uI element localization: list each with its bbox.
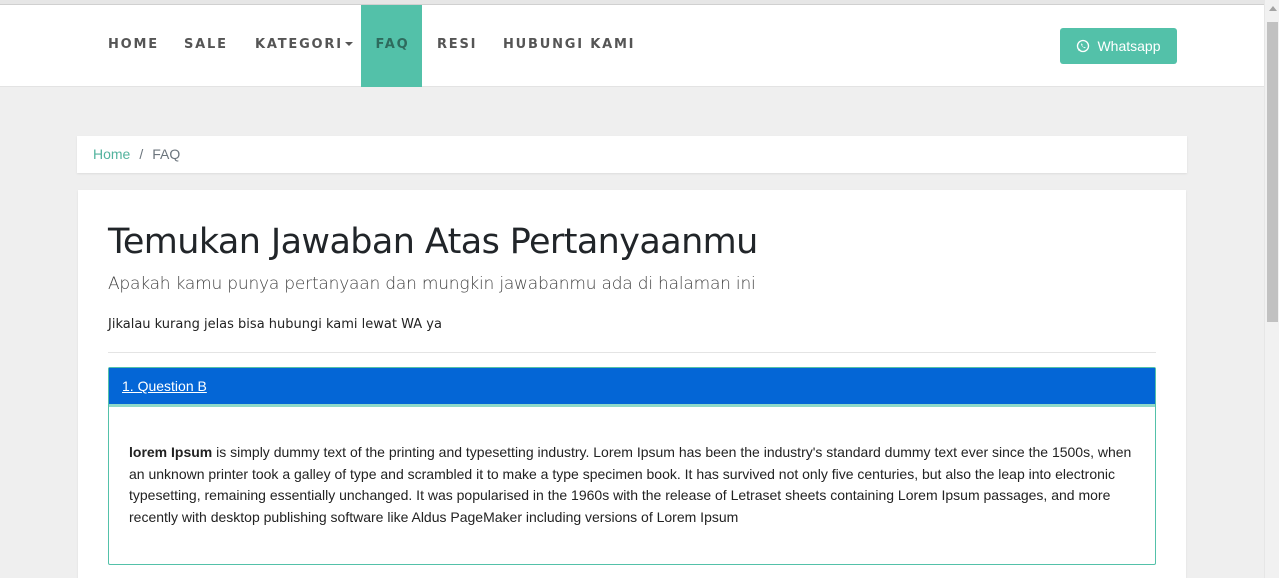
nav-kategori-label: KATEGORI (255, 37, 343, 52)
caret-down-icon (344, 42, 353, 46)
page-subtitle: Apakah kamu punya pertanyaan dan mungkin… (108, 274, 756, 294)
scrollbar[interactable] (1264, 0, 1279, 578)
nav-hubungi-kami[interactable]: HUBUNGI KAMI (503, 5, 635, 87)
faq-card: Temukan Jawaban Atas Pertanyaanmu Apakah… (78, 190, 1186, 578)
navbar: HOME SALE KATEGORI FAQ RESI HUBUNGI KAMI… (0, 5, 1264, 87)
breadcrumb-home-link[interactable]: Home (93, 146, 130, 162)
nav-faq[interactable]: FAQ (361, 5, 422, 87)
scrollbar-thumb[interactable] (1267, 22, 1278, 322)
faq-question-toggle[interactable]: 1. Question B (109, 368, 1155, 407)
breadcrumb-current: FAQ (152, 146, 181, 162)
whatsapp-label: Whatsapp (1097, 38, 1161, 54)
nav-kategori[interactable]: KATEGORI (255, 5, 353, 87)
contact-note: Jikalau kurang jelas bisa hubungi kami l… (108, 317, 442, 332)
faq-answer-bold: lorem Ipsum (129, 444, 213, 460)
whatsapp-icon (1077, 39, 1090, 53)
breadcrumb-separator: / (139, 146, 144, 162)
faq-item: 1. Question B lorem Ipsum is simply dumm… (108, 367, 1156, 565)
page-title: Temukan Jawaban Atas Pertanyaanmu (108, 222, 758, 262)
breadcrumb: Home / FAQ (77, 136, 1187, 173)
nav-resi[interactable]: RESI (437, 5, 477, 87)
scroll-up-arrow-icon[interactable] (1269, 6, 1277, 11)
faq-answer: lorem Ipsum is simply dummy text of the … (129, 442, 1139, 528)
nav-home[interactable]: HOME (108, 5, 159, 87)
nav-sale[interactable]: SALE (184, 5, 228, 87)
faq-answer-text: is simply dummy text of the printing and… (129, 444, 1132, 525)
divider (108, 352, 1156, 353)
whatsapp-button[interactable]: Whatsapp (1060, 28, 1177, 64)
